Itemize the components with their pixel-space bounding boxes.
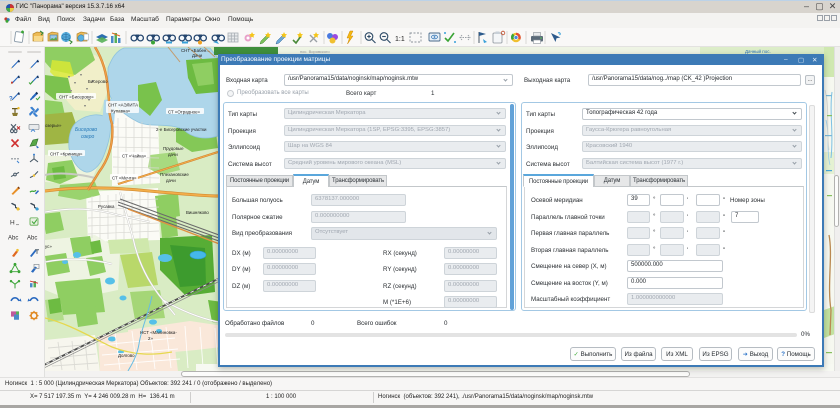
svg-text:Купавна»: Купавна» [111, 109, 131, 114]
svg-text:озеро: озеро [81, 134, 95, 140]
svg-text:1:1: 1:1 [395, 36, 405, 43]
svg-text:ус»: ус» [45, 244, 52, 249]
svg-text:Русавка: Русавка [98, 204, 115, 209]
svg-text:Дачи: Дачи [192, 53, 203, 58]
svg-text:?: ? [9, 95, 13, 102]
svg-text:СНТ «АЭЛИТА: СНТ «АЭЛИТА [108, 103, 138, 108]
svg-text:Abc: Abc [8, 234, 18, 241]
svg-text:Долгово: Долгово [118, 353, 135, 358]
svg-text:СНТ «Криница»: СНТ «Криница» [50, 152, 83, 157]
svg-text:Бисерово: Бисерово [88, 79, 108, 84]
svg-text:2»: 2» [148, 336, 153, 341]
svg-text:СТ «Чайка»: СТ «Чайка» [122, 154, 147, 159]
svg-text:СНТ «Бисерово»: СНТ «Бисерово» [59, 95, 94, 100]
svg-text:СТ «Отрадное»: СТ «Отрадное» [168, 110, 201, 115]
svg-text:H: H [10, 220, 15, 227]
svg-text:дачи: дачи [168, 152, 178, 157]
svg-text:Плехановские: Плехановские [160, 172, 189, 177]
svg-text:Abc: Abc [27, 234, 37, 241]
svg-text:Прудовые: Прудовые [163, 146, 184, 151]
svg-text:дачи: дачи [166, 178, 176, 183]
svg-text:СТ «Мечта»: СТ «Мечта» [112, 176, 137, 181]
svg-text:НСТ «Малиновка-: НСТ «Малиновка- [140, 330, 177, 335]
svg-text:Бисерово: Бисерово [75, 127, 97, 133]
svg-text:2-е Бисеровские участки: 2-е Бисеровские участки [156, 127, 207, 132]
svg-text:Вишняково: Вишняково [186, 210, 209, 215]
svg-text:озерье»: озерье» [45, 123, 62, 128]
